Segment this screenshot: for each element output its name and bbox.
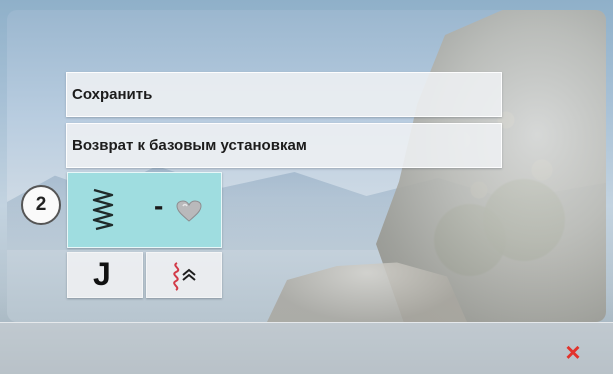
close-button[interactable]: ×	[558, 337, 588, 367]
j-button-label: J	[93, 256, 111, 292]
save-button-label: Сохранить	[72, 86, 153, 103]
callout-badge: 2	[21, 185, 61, 225]
callout-number: 2	[35, 194, 47, 215]
save-button[interactable]: Сохранить	[66, 72, 502, 117]
close-icon: ×	[565, 336, 581, 367]
heart-stitch-icon	[176, 200, 202, 227]
stitch-combination-field[interactable]: -	[67, 172, 222, 248]
zigzag-stitch-icon	[90, 187, 116, 236]
bottom-bar: ×	[0, 322, 613, 374]
stitch-separator: -	[154, 190, 164, 221]
reset-defaults-button-label: Возврат к базовым установкам	[72, 137, 307, 154]
screen: Сохранить Возврат к базовым установкам 2…	[0, 0, 613, 374]
reset-defaults-button[interactable]: Возврат к базовым установкам	[66, 123, 502, 168]
j-button[interactable]: J	[67, 252, 143, 298]
stitch-pattern-button[interactable]	[146, 252, 222, 298]
